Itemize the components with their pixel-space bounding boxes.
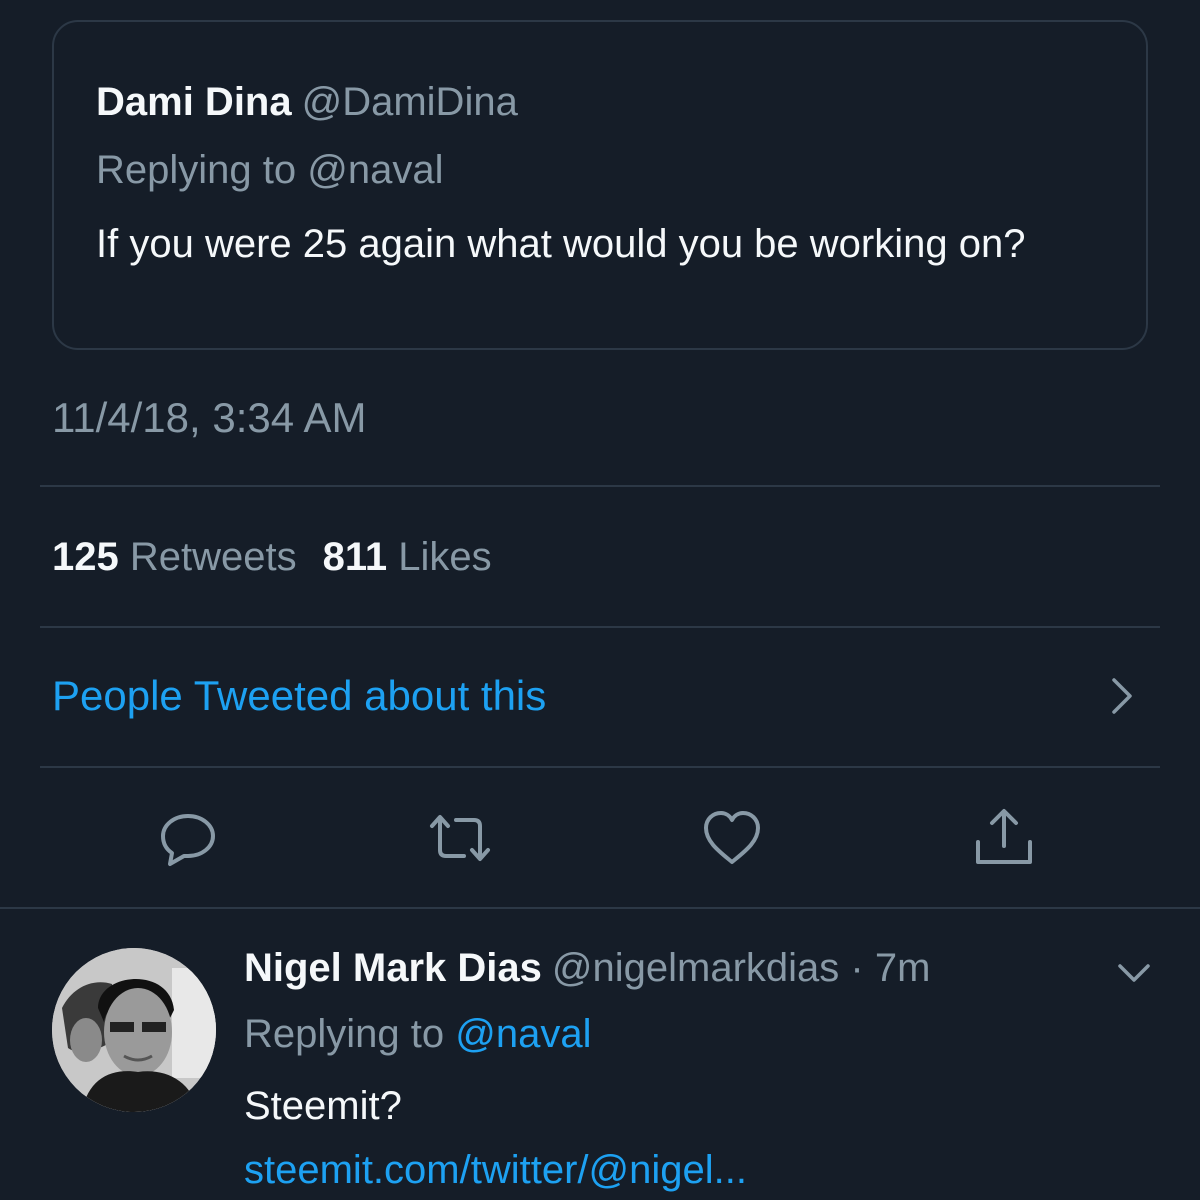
likes-label: Likes xyxy=(398,535,492,579)
quoted-replying-to: Replying to @naval xyxy=(96,146,443,194)
divider xyxy=(40,626,1160,628)
retweets-stat[interactable]: 125 Retweets xyxy=(52,535,297,579)
reply-handle-text: @nigelmarkdias xyxy=(551,946,840,990)
quoted-tweet-author: Dami Dina @DamiDina xyxy=(96,78,518,126)
reply-replying-to: Replying to @naval xyxy=(244,1008,591,1060)
quoted-tweet-text: If you were 25 again what would you be w… xyxy=(96,222,1026,266)
time-separator: · xyxy=(850,946,864,990)
quoted-author-name: Dami Dina xyxy=(96,80,292,124)
divider xyxy=(40,485,1160,487)
quoted-replying-handle: @naval xyxy=(307,148,444,192)
reply-link[interactable]: steemit.com/twitter/@nigel... xyxy=(244,1144,747,1196)
retweets-count: 125 xyxy=(52,535,119,579)
reply-time: 7m xyxy=(874,946,931,990)
quoted-tweet-card[interactable]: Dami Dina @DamiDina Replying to @naval If… xyxy=(52,20,1148,350)
reply-replying-prefix: Replying to xyxy=(244,1012,445,1056)
reply-author-name[interactable]: Nigel Mark Dias xyxy=(244,946,542,990)
likes-count: 811 xyxy=(322,535,388,579)
people-tweeted-link[interactable]: People Tweeted about this xyxy=(52,670,546,722)
chevron-down-icon[interactable] xyxy=(1114,952,1154,992)
divider xyxy=(40,766,1160,768)
tweet-timestamp: 11/4/18, 3:34 AM xyxy=(52,394,367,441)
divider xyxy=(0,907,1200,909)
tweet-stats: 125 Retweets 811 Likes xyxy=(52,532,492,582)
reply-text: Steemit? xyxy=(244,1084,402,1128)
reply-author-handle: @nigelmarkdias · 7m xyxy=(552,946,931,990)
retweet-icon[interactable] xyxy=(428,806,492,870)
retweets-label: Retweets xyxy=(129,535,297,579)
reply-icon[interactable] xyxy=(156,806,220,870)
reply-header: Nigel Mark Dias @nigelmarkdias · 7m xyxy=(244,942,930,994)
like-icon[interactable] xyxy=(700,806,764,870)
reply-mention-link[interactable]: @naval xyxy=(455,1012,591,1056)
tweet-detail-screen: Dami Dina @DamiDina Replying to @naval If… xyxy=(0,0,1200,1200)
likes-stat[interactable]: 811 Likes xyxy=(323,535,492,579)
chevron-right-icon[interactable] xyxy=(1102,676,1142,716)
avatar[interactable] xyxy=(52,948,216,1112)
share-icon[interactable] xyxy=(972,806,1036,870)
quoted-replying-prefix: Replying to xyxy=(96,148,297,192)
quoted-author-handle: @DamiDina xyxy=(301,80,518,124)
